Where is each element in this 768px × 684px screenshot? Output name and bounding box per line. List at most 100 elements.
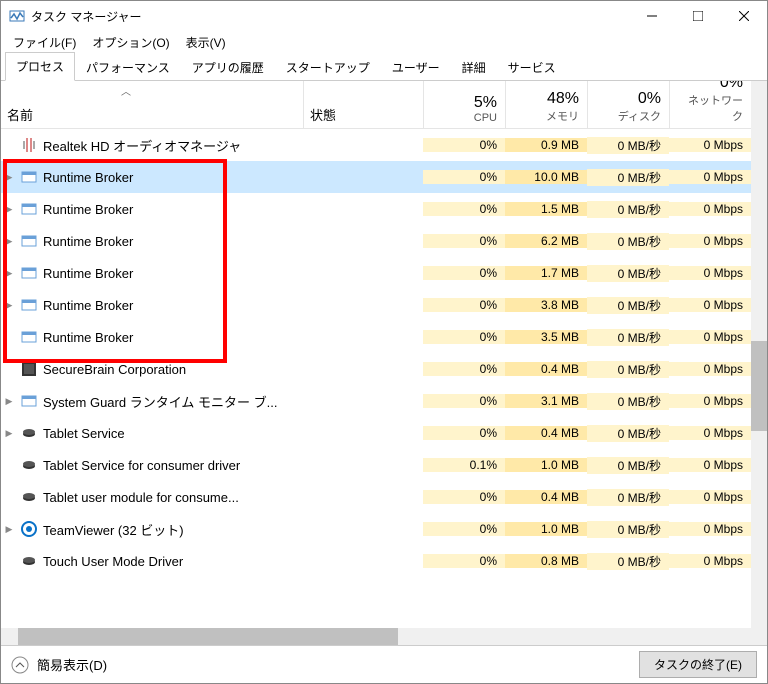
process-row[interactable]: ▶System Guard ランタイム モニター ブ...0%3.1 MB0 M… — [1, 385, 751, 417]
tab-startup[interactable]: スタートアップ — [275, 53, 381, 81]
cpu-cell: 0.1% — [423, 458, 505, 472]
process-name: System Guard ランタイム モニター ブ... — [43, 392, 303, 411]
process-list[interactable]: Realtek HD オーディオマネージャ0%0.9 MB0 MB/秒0 Mbp… — [1, 129, 751, 628]
scrollbar-thumb[interactable] — [751, 341, 767, 431]
process-icon — [21, 457, 37, 473]
process-name: Touch User Mode Driver — [43, 554, 303, 569]
process-row[interactable]: Runtime Broker0%3.5 MB0 MB/秒0 Mbps — [1, 321, 751, 353]
tab-details[interactable]: 詳細 — [451, 53, 497, 81]
process-icon — [21, 297, 37, 313]
process-icon — [21, 329, 37, 345]
cpu-cell: 0% — [423, 490, 505, 504]
disk-cell: 0 MB/秒 — [587, 329, 669, 346]
tab-apphistory[interactable]: アプリの履歴 — [181, 53, 275, 81]
title-bar[interactable]: タスク マネージャー — [1, 1, 767, 31]
memory-cell: 0.9 MB — [505, 138, 587, 152]
process-row[interactable]: ▶Runtime Broker0%6.2 MB0 MB/秒0 Mbps — [1, 225, 751, 257]
memory-cell: 0.4 MB — [505, 362, 587, 376]
process-icon — [21, 169, 37, 185]
process-icon — [21, 553, 37, 569]
process-row[interactable]: ▶TeamViewer (32 ビット)0%1.0 MB0 MB/秒0 Mbps — [1, 513, 751, 545]
expand-icon[interactable]: ▶ — [1, 236, 17, 247]
expand-icon[interactable]: ▶ — [1, 268, 17, 279]
fewer-details-link[interactable]: 簡易表示(D) — [37, 655, 107, 674]
close-button[interactable] — [721, 1, 767, 31]
process-row[interactable]: Realtek HD オーディオマネージャ0%0.9 MB0 MB/秒0 Mbp… — [1, 129, 751, 161]
tab-bar: プロセス パフォーマンス アプリの履歴 スタートアップ ユーザー 詳細 サービス — [1, 53, 767, 81]
process-row[interactable]: ▶Tablet Service0%0.4 MB0 MB/秒0 Mbps — [1, 417, 751, 449]
process-icon — [21, 201, 37, 217]
collapse-icon[interactable] — [11, 656, 29, 674]
process-name: Runtime Broker — [43, 330, 303, 345]
disk-cell: 0 MB/秒 — [587, 489, 669, 506]
disk-cell: 0 MB/秒 — [587, 169, 669, 186]
cpu-cell: 0% — [423, 522, 505, 536]
process-row[interactable]: ▶Runtime Broker0%1.5 MB0 MB/秒0 Mbps — [1, 193, 751, 225]
menu-bar: ファイル(F) オプション(O) 表示(V) — [1, 31, 767, 53]
network-cell: 0 Mbps — [669, 554, 751, 568]
process-row[interactable]: ▶Runtime Broker0%10.0 MB0 MB/秒0 Mbps — [1, 161, 751, 193]
end-task-button[interactable]: タスクの終了(E) — [639, 651, 757, 678]
network-cell: 0 Mbps — [669, 458, 751, 472]
memory-cell: 0.4 MB — [505, 490, 587, 504]
network-cell: 0 Mbps — [669, 330, 751, 344]
expand-icon[interactable]: ▶ — [1, 172, 17, 183]
memory-cell: 0.8 MB — [505, 554, 587, 568]
tab-performance[interactable]: パフォーマンス — [75, 53, 181, 81]
network-cell: 0 Mbps — [669, 394, 751, 408]
process-name: Runtime Broker — [43, 234, 303, 249]
horizontal-scrollbar[interactable] — [1, 628, 751, 645]
process-row[interactable]: Tablet user module for consume...0%0.4 M… — [1, 481, 751, 513]
process-row[interactable]: Touch User Mode Driver0%0.8 MB0 MB/秒0 Mb… — [1, 545, 751, 577]
expand-icon[interactable]: ▶ — [1, 300, 17, 311]
network-cell: 0 Mbps — [669, 202, 751, 216]
column-disk[interactable]: 0%ディスク — [587, 81, 669, 128]
tab-users[interactable]: ユーザー — [381, 53, 451, 81]
process-row[interactable]: ▶Runtime Broker0%1.7 MB0 MB/秒0 Mbps — [1, 257, 751, 289]
minimize-button[interactable] — [629, 1, 675, 31]
process-row[interactable]: ▶Runtime Broker0%3.8 MB0 MB/秒0 Mbps — [1, 289, 751, 321]
menu-view[interactable]: 表示(V) — [180, 32, 232, 53]
memory-cell: 1.0 MB — [505, 522, 587, 536]
cpu-cell: 0% — [423, 266, 505, 280]
network-cell: 0 Mbps — [669, 138, 751, 152]
expand-icon[interactable]: ▶ — [1, 204, 17, 215]
memory-cell: 3.8 MB — [505, 298, 587, 312]
process-name: Runtime Broker — [43, 202, 303, 217]
cpu-cell: 0% — [423, 554, 505, 568]
menu-file[interactable]: ファイル(F) — [7, 32, 82, 53]
network-cell: 0 Mbps — [669, 362, 751, 376]
expand-icon[interactable]: ▶ — [1, 524, 17, 535]
disk-cell: 0 MB/秒 — [587, 265, 669, 282]
network-cell: 0 Mbps — [669, 490, 751, 504]
expand-icon[interactable]: ▶ — [1, 428, 17, 439]
memory-cell: 1.0 MB — [505, 458, 587, 472]
memory-cell: 0.4 MB — [505, 426, 587, 440]
memory-cell: 10.0 MB — [505, 170, 587, 184]
tab-services[interactable]: サービス — [497, 53, 567, 81]
maximize-button[interactable] — [675, 1, 721, 31]
column-status[interactable]: 状態 — [303, 81, 423, 128]
column-cpu[interactable]: 5%CPU — [423, 81, 505, 128]
disk-cell: 0 MB/秒 — [587, 233, 669, 250]
column-name[interactable]: 名前 — [1, 81, 303, 128]
app-icon — [9, 8, 25, 24]
disk-cell: 0 MB/秒 — [587, 361, 669, 378]
disk-cell: 0 MB/秒 — [587, 137, 669, 154]
process-row[interactable]: Tablet Service for consumer driver 0.1%1.… — [1, 449, 751, 481]
column-memory[interactable]: 48%メモリ — [505, 81, 587, 128]
scrollbar-thumb[interactable] — [18, 628, 398, 645]
cpu-cell: 0% — [423, 234, 505, 248]
expand-icon[interactable]: ▶ — [1, 396, 17, 407]
menu-options[interactable]: オプション(O) — [86, 32, 175, 53]
task-manager-window: タスク マネージャー ファイル(F) オプション(O) 表示(V) プロセス パ… — [0, 0, 768, 684]
network-cell: 0 Mbps — [669, 426, 751, 440]
column-network[interactable]: 0%ネットワーク — [669, 81, 751, 128]
vertical-scrollbar[interactable] — [751, 81, 767, 645]
memory-cell: 3.1 MB — [505, 394, 587, 408]
process-name: Tablet Service for consumer driver — [43, 458, 303, 473]
process-row[interactable]: SecureBrain Corporation0%0.4 MB0 MB/秒0 M… — [1, 353, 751, 385]
process-icon — [21, 425, 37, 441]
process-name: Runtime Broker — [43, 298, 303, 313]
tab-processes[interactable]: プロセス — [5, 52, 75, 81]
